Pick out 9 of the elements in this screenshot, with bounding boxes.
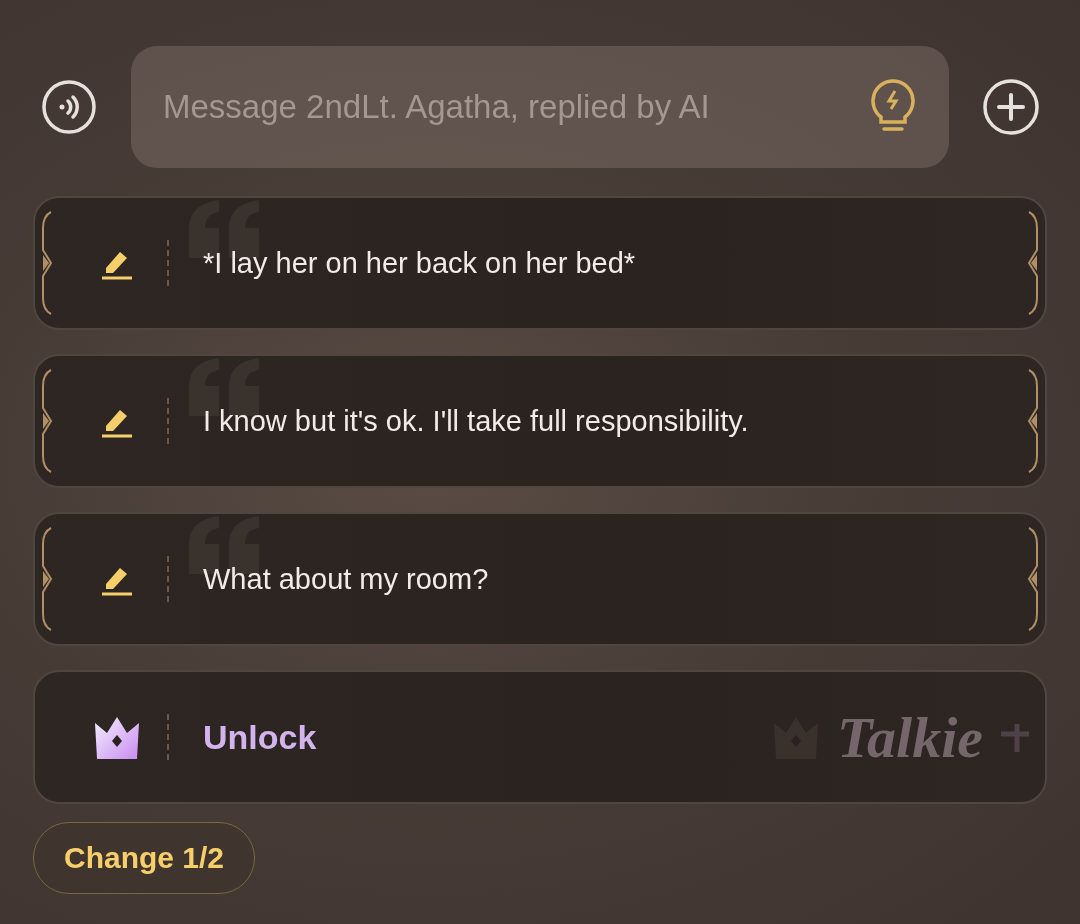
- voice-icon: [41, 79, 97, 135]
- suggested-reply[interactable]: *I lay her on her back on her bed*: [33, 196, 1047, 330]
- logo-text: Talkie: [836, 703, 983, 771]
- unlock-label: Unlock: [203, 717, 317, 757]
- suggested-reply[interactable]: I know but it's ok. I'll take full responsibility.: [33, 354, 1047, 488]
- plus-icon: [982, 78, 1040, 136]
- change-button[interactable]: Change 1/2: [33, 822, 256, 894]
- suggested-reply[interactable]: What about my room?: [33, 512, 1047, 646]
- unlock-card[interactable]: Unlock Talkie: [33, 670, 1047, 804]
